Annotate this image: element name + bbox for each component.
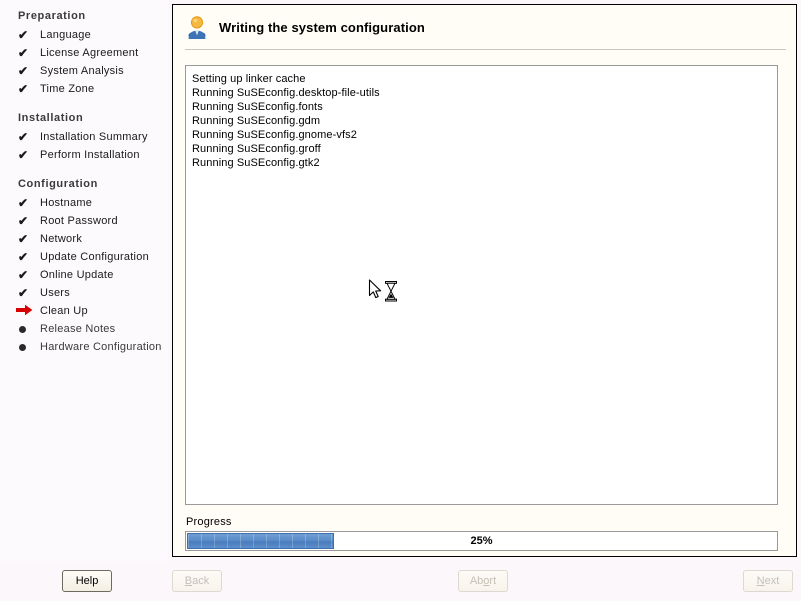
sidebar-item-label: Update Configuration <box>40 251 149 263</box>
page-title: Writing the system configuration <box>219 19 425 35</box>
sidebar-item-root-password[interactable]: ✔ Root Password <box>0 212 168 230</box>
checkmark-glyph: ✔ <box>18 250 29 264</box>
sidebar-item-label: Time Zone <box>40 83 95 95</box>
installation-steps-sidebar: Preparation ✔ Language ✔ License Agreement ✔ S… <box>0 0 168 561</box>
log-line: Running SuSEconfig.gnome-vfs2 <box>192 129 357 141</box>
log-line: Running SuSEconfig.desktop-file-utils <box>192 87 380 99</box>
back-button[interactable]: Back <box>172 570 222 592</box>
checkmark-glyph: ✔ <box>18 28 29 42</box>
progress-bar: 25% <box>185 531 778 551</box>
sidebar-item-label: Network <box>40 233 83 245</box>
checkmark-icon: ✔ <box>18 29 40 41</box>
checkmark-icon: ✔ <box>18 233 40 245</box>
sidebar-item-users[interactable]: ✔ Users <box>0 284 168 302</box>
checkmark-glyph: ✔ <box>18 130 29 144</box>
checkmark-icon: ✔ <box>18 83 40 95</box>
progress-percent-text: 25% <box>470 535 493 547</box>
progress-label: Progress <box>186 516 232 528</box>
log-line: Running SuSEconfig.gtk2 <box>192 157 320 169</box>
sidebar-item-label: Root Password <box>40 215 118 227</box>
checkmark-glyph: ✔ <box>18 214 29 228</box>
sidebar-section-heading: Configuration <box>18 178 98 190</box>
checkmark-glyph: ✔ <box>18 196 29 210</box>
sidebar-item-hardware-configuration[interactable]: Hardware Configuration <box>0 338 168 356</box>
checkmark-glyph: ✔ <box>18 268 29 282</box>
sidebar-item-label: License Agreement <box>40 47 139 59</box>
bullet-glyph <box>19 325 26 333</box>
checkmark-icon: ✔ <box>18 131 40 143</box>
sidebar-item-network[interactable]: ✔ Network <box>0 230 168 248</box>
log-line: Running SuSEconfig.fonts <box>192 101 323 113</box>
sidebar-item-label: Perform Installation <box>40 149 140 161</box>
sidebar-item-label: Clean Up <box>40 305 88 317</box>
person-icon <box>185 15 209 40</box>
pending-step-bullet-icon <box>18 343 40 351</box>
checkmark-icon: ✔ <box>18 251 40 263</box>
sidebar-item-label: Language <box>40 29 91 41</box>
bullet-glyph <box>19 343 26 351</box>
current-step-arrow-icon <box>16 304 40 319</box>
sidebar-item-label: Release Notes <box>40 323 116 335</box>
sidebar-item-update-configuration[interactable]: ✔ Update Configuration <box>0 248 168 266</box>
next-button[interactable]: Next <box>743 570 793 592</box>
checkmark-icon: ✔ <box>18 215 40 227</box>
checkmark-icon: ✔ <box>18 287 40 299</box>
checkmark-icon: ✔ <box>18 149 40 161</box>
checkmark-icon: ✔ <box>18 65 40 77</box>
sidebar-item-release-notes[interactable]: Release Notes <box>0 320 168 338</box>
log-line: Running SuSEconfig.groff <box>192 143 321 155</box>
sidebar-item-system-analysis[interactable]: ✔ System Analysis <box>0 62 168 80</box>
sidebar-item-perform-installation[interactable]: ✔ Perform Installation <box>0 146 168 164</box>
sidebar-item-label: Hostname <box>40 197 93 209</box>
sidebar-item-time-zone[interactable]: ✔ Time Zone <box>0 80 168 98</box>
configuration-log-output[interactable]: Setting up linker cache Running SuSEconfi… <box>185 65 778 505</box>
log-line: Running SuSEconfig.gdm <box>192 115 321 127</box>
sidebar-item-license-agreement[interactable]: ✔ License Agreement <box>0 44 168 62</box>
sidebar-section-heading: Installation <box>18 112 84 124</box>
checkmark-icon: ✔ <box>18 269 40 281</box>
checkmark-glyph: ✔ <box>18 232 29 246</box>
checkmark-glyph: ✔ <box>18 148 29 162</box>
sidebar-item-label: Hardware Configuration <box>40 341 162 353</box>
sidebar-item-label: Users <box>40 287 70 299</box>
pending-step-bullet-icon <box>18 325 40 333</box>
abort-button[interactable]: Abort <box>458 570 508 592</box>
checkmark-glyph: ✔ <box>18 286 29 300</box>
installer-window: Preparation ✔ Language ✔ License Agreement ✔ S… <box>0 0 801 601</box>
sidebar-item-label: Installation Summary <box>40 131 148 143</box>
checkmark-glyph: ✔ <box>18 82 29 96</box>
checkmark-icon: ✔ <box>18 47 40 59</box>
sidebar-item-label: Online Update <box>40 269 114 281</box>
help-button[interactable]: Help <box>62 570 112 592</box>
header-divider <box>185 49 786 50</box>
panel-header: Writing the system configuration <box>173 5 796 49</box>
checkmark-icon: ✔ <box>18 197 40 209</box>
sidebar-item-language[interactable]: ✔ Language <box>0 26 168 44</box>
sidebar-item-online-update[interactable]: ✔ Online Update <box>0 266 168 284</box>
log-line: Setting up linker cache <box>192 73 306 85</box>
button-bar <box>0 561 801 601</box>
main-panel: Writing the system configuration Setting… <box>172 4 797 557</box>
sidebar-item-installation-summary[interactable]: ✔ Installation Summary <box>0 128 168 146</box>
sidebar-item-label: System Analysis <box>40 65 124 77</box>
arrow-right-glyph <box>16 304 33 319</box>
sidebar-item-clean-up[interactable]: Clean Up <box>0 302 168 320</box>
checkmark-glyph: ✔ <box>18 64 29 78</box>
checkmark-glyph: ✔ <box>18 46 29 60</box>
sidebar-section-heading: Preparation <box>18 10 86 22</box>
sidebar-item-hostname[interactable]: ✔ Hostname <box>0 194 168 212</box>
